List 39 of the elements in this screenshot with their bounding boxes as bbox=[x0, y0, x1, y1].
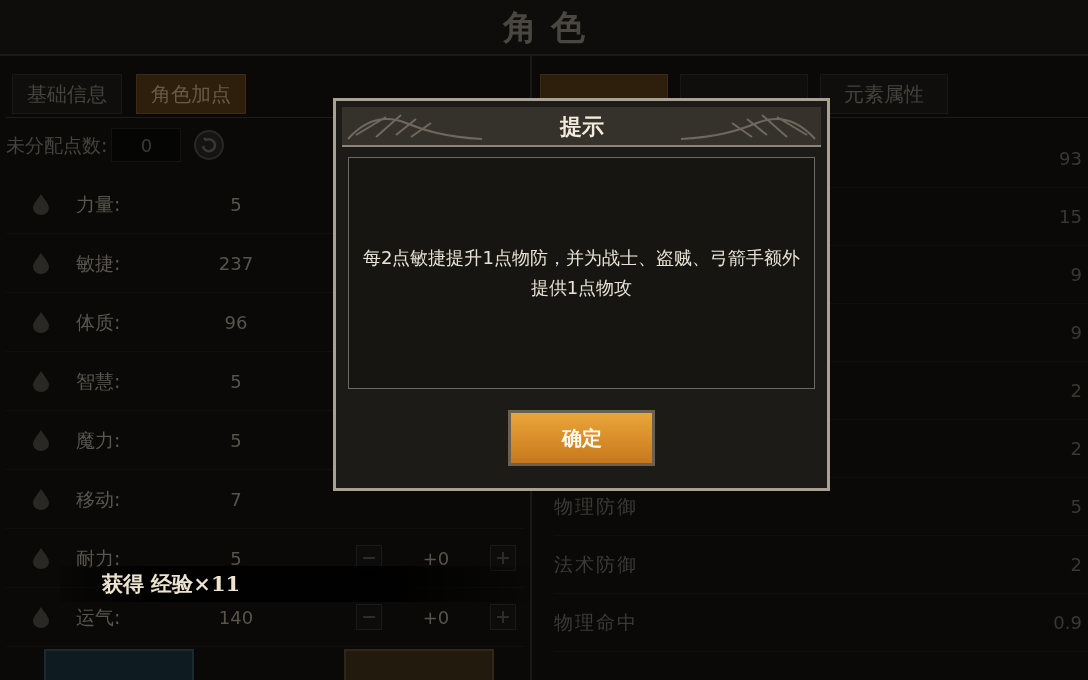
bonus-value: +0 bbox=[421, 605, 451, 630]
stat-label: 体质: bbox=[76, 309, 122, 335]
stat-icon bbox=[30, 487, 52, 511]
stat-value: 5 bbox=[229, 369, 243, 394]
stat-icon bbox=[30, 251, 52, 275]
bonus-value: +0 bbox=[421, 546, 451, 571]
plus-icon[interactable] bbox=[490, 604, 516, 630]
stat-label: 魔力: bbox=[76, 427, 122, 453]
stat-icon bbox=[30, 310, 52, 334]
stat-label: 力量: bbox=[76, 191, 122, 217]
stat-icon bbox=[30, 192, 52, 216]
stat-value: 96 bbox=[223, 310, 249, 335]
recommend-button[interactable] bbox=[44, 649, 194, 680]
dialog-message: 每2点敏捷提升1点物防，并为战士、盗贼、弓箭手额外提供1点物攻 bbox=[362, 246, 801, 300]
stat-value: 5 bbox=[229, 428, 243, 453]
stat-label: 智慧: bbox=[76, 368, 122, 394]
stat-icon bbox=[30, 546, 52, 570]
stat-icon bbox=[30, 369, 52, 393]
minus-icon[interactable] bbox=[356, 604, 382, 630]
stat-label: 敏捷: bbox=[76, 250, 122, 276]
window-title: 角色 bbox=[501, 5, 599, 49]
toast-text: 获得 经验×11 bbox=[102, 570, 241, 599]
plus-icon[interactable] bbox=[490, 545, 516, 571]
stat-label: 移动: bbox=[76, 486, 122, 512]
stat-value: 237 bbox=[217, 251, 255, 276]
stat-value: 5 bbox=[229, 192, 243, 217]
stat-value: 7 bbox=[229, 487, 243, 512]
stat-label: 耐力: bbox=[76, 545, 122, 571]
stat-icon bbox=[30, 428, 52, 452]
unassigned-points-label: 未分配点数: bbox=[6, 132, 108, 158]
stat-icon bbox=[30, 605, 52, 629]
stat-value: 140 bbox=[217, 605, 255, 630]
stat-label: 运气: bbox=[76, 604, 122, 630]
refresh-icon[interactable] bbox=[193, 129, 226, 161]
confirm-points-button[interactable] bbox=[344, 649, 494, 680]
confirm-button[interactable]: 确定 bbox=[508, 410, 655, 466]
tab[interactable]: 角色加点 bbox=[136, 74, 246, 114]
stat-value: 5 bbox=[229, 546, 243, 571]
dialog-title: 提示 bbox=[559, 112, 604, 141]
